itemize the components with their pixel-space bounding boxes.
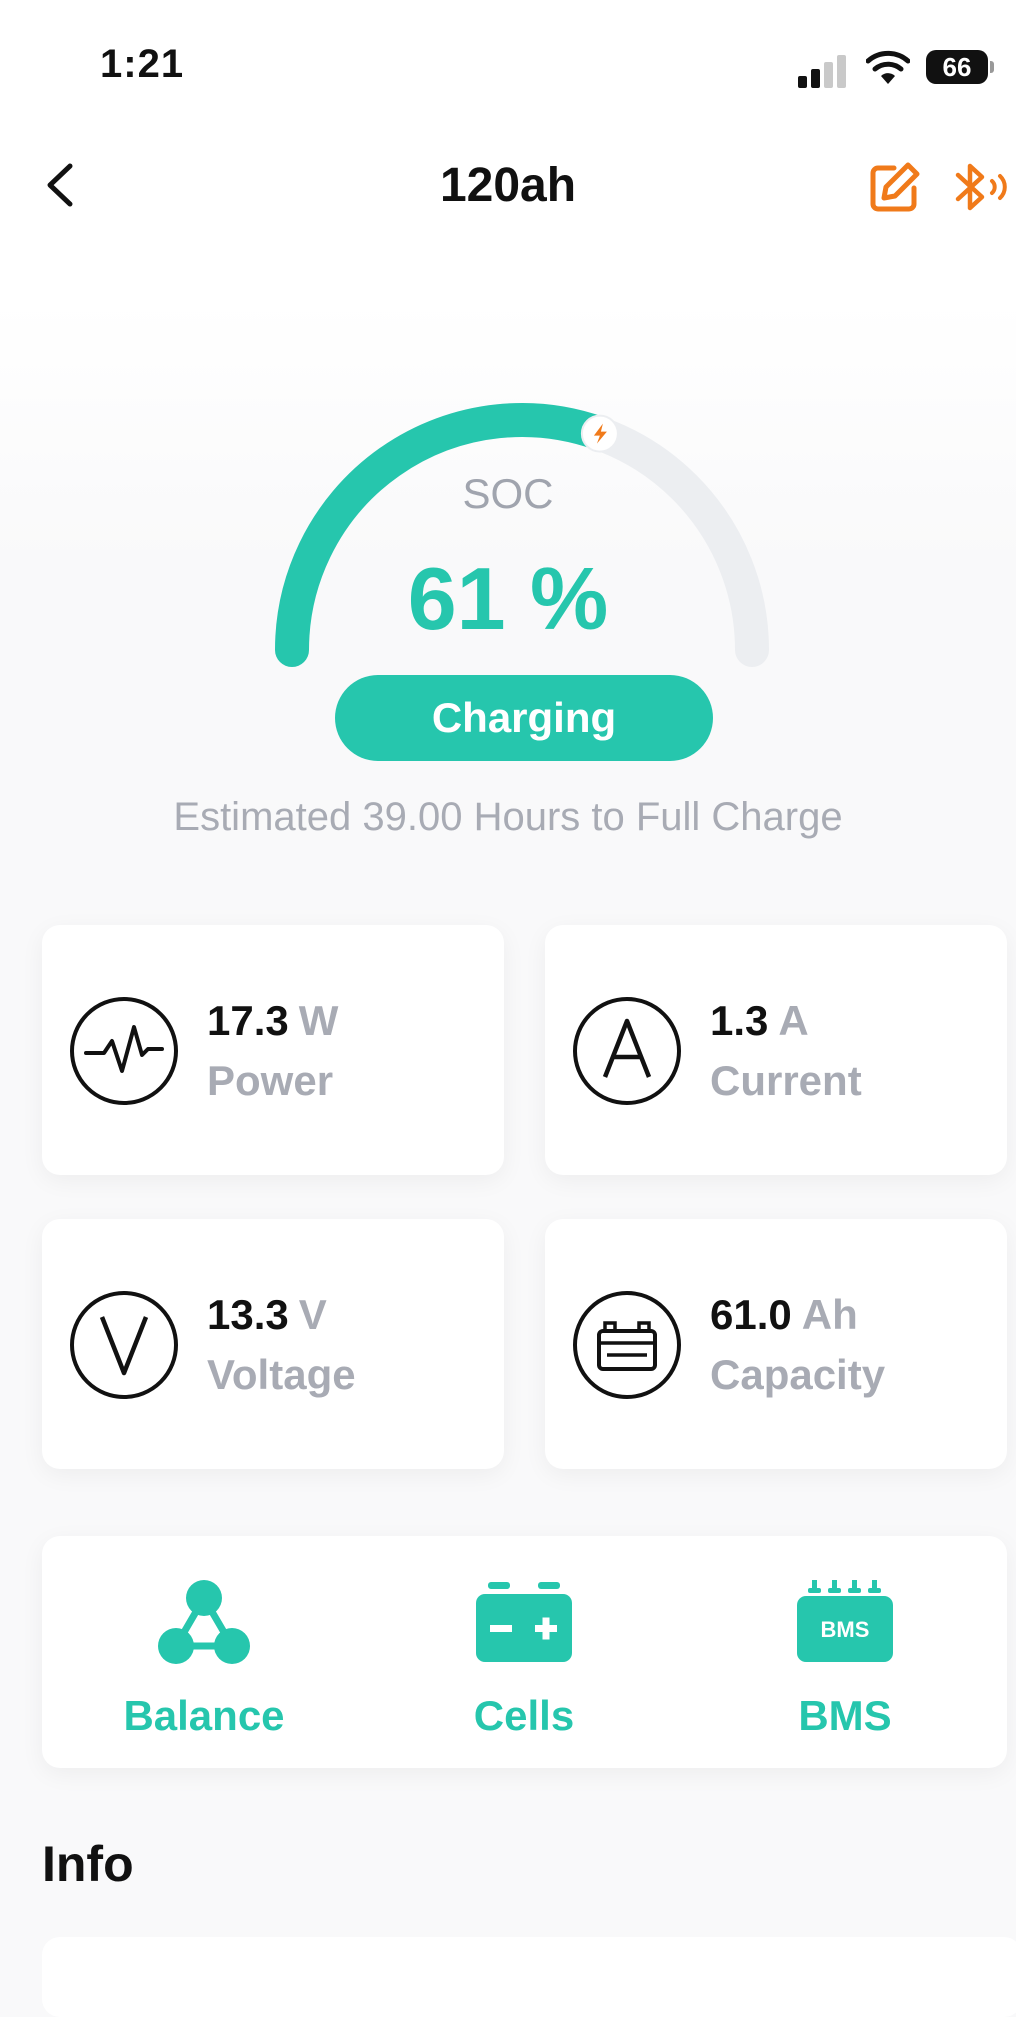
letter-v-icon <box>70 1291 178 1399</box>
voltage-card: 13.3 V Voltage <box>42 1219 504 1469</box>
svg-text:BMS: BMS <box>821 1617 870 1642</box>
info-card <box>42 1937 1016 2017</box>
capacity-unit: Ah <box>801 1291 858 1338</box>
bms-label: BMS <box>798 1692 892 1739</box>
current-value: 1.3 A <box>710 997 809 1044</box>
status-time: 1:21 <box>100 42 185 86</box>
cell-battery-icon <box>476 1582 572 1662</box>
voltage-value: 13.3 V <box>207 1291 327 1338</box>
charge-estimate-text: Estimated 39.00 Hours to Full Charge <box>173 795 843 839</box>
status-icons: 66 <box>786 48 1016 88</box>
bluetooth-icon[interactable] <box>950 160 1010 214</box>
capacity-value: 61.0 Ah <box>710 1291 858 1338</box>
lightning-icon <box>580 414 619 453</box>
power-unit: W <box>298 997 339 1044</box>
power-card: 17.3 W Power <box>42 925 504 1175</box>
cells-label: Cells <box>473 1692 575 1739</box>
cells-button[interactable]: Cells <box>404 1536 644 1768</box>
balance-label: Balance <box>123 1692 285 1739</box>
actions-panel: Balance Cells BMS BMS <box>42 1536 1007 1768</box>
power-value: 17.3 W <box>207 997 339 1044</box>
page-title: 120ah <box>439 159 577 212</box>
edit-icon[interactable] <box>868 160 922 214</box>
capacity-label: Capacity <box>710 1351 886 1398</box>
soc-label: SOC <box>462 470 554 517</box>
letter-a-icon <box>573 997 681 1105</box>
charging-status-badge: Charging <box>335 675 713 761</box>
bms-icon: BMS <box>797 1580 893 1662</box>
voltage-label: Voltage <box>207 1351 356 1398</box>
current-label: Current <box>710 1057 862 1104</box>
battery-indicator: 66 <box>926 50 994 84</box>
current-unit: A <box>778 997 809 1044</box>
bms-button[interactable]: BMS BMS <box>725 1536 965 1768</box>
wifi-icon <box>866 50 910 84</box>
power-label: Power <box>207 1057 334 1104</box>
battery-icon <box>573 1291 681 1399</box>
pulse-icon <box>70 997 178 1105</box>
capacity-card: 61.0 Ah Capacity <box>545 1219 1007 1469</box>
current-card: 1.3 A Current <box>545 925 1007 1175</box>
voltage-unit: V <box>298 1291 327 1338</box>
soc-value: 61 % <box>407 549 609 648</box>
balance-nodes-icon <box>158 1580 250 1664</box>
info-section-title: Info <box>42 1836 134 1892</box>
balance-button[interactable]: Balance <box>84 1536 324 1768</box>
